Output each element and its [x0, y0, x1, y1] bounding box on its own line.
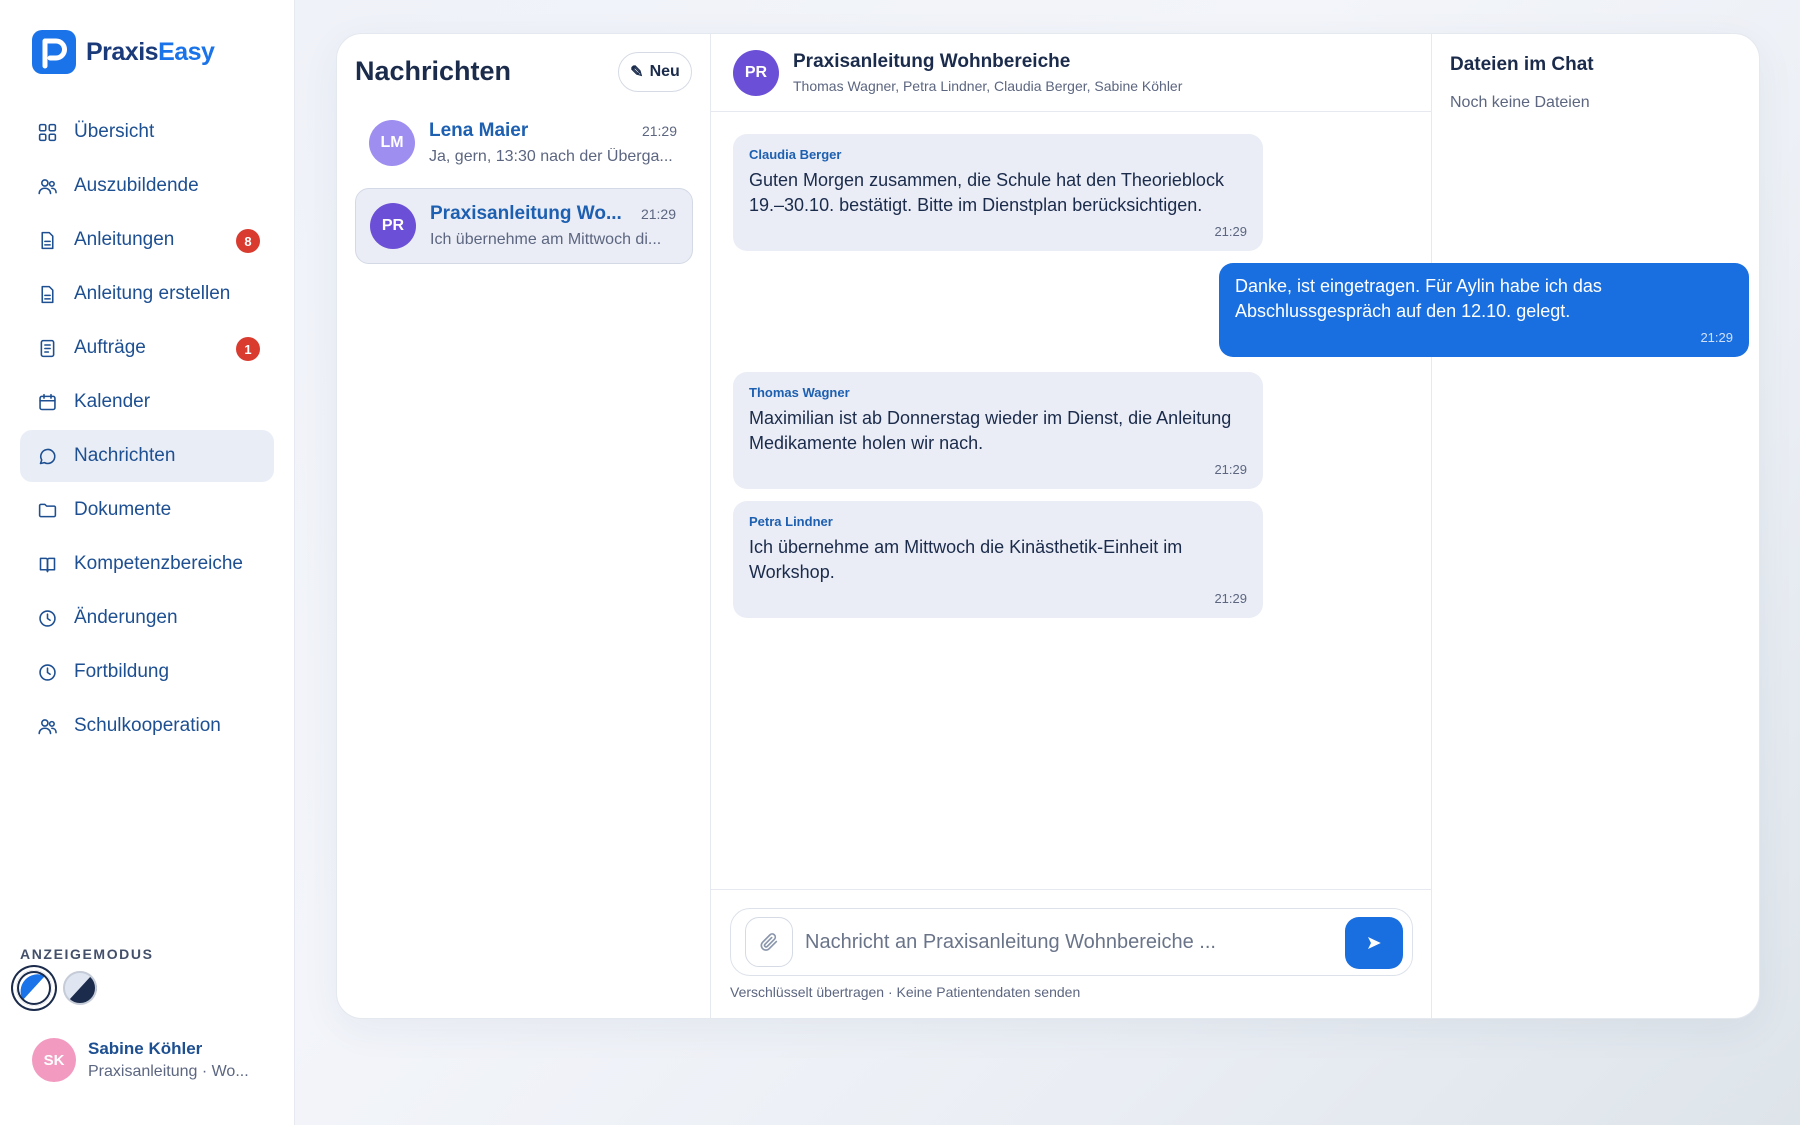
document-icon: [36, 229, 58, 251]
nav-item-label: Änderungen: [74, 607, 178, 628]
brand-name-part1: Praxis: [86, 37, 159, 66]
new-conversation-button[interactable]: ✎ Neu: [618, 52, 692, 92]
message-bubble: Thomas Wagner Maximilian ist ab Donnerst…: [733, 372, 1263, 489]
message-sender: Thomas Wagner: [749, 385, 850, 400]
grid-icon: [36, 121, 58, 143]
page-title: Nachrichten: [355, 56, 512, 86]
conversation-name: Praxisanleitung Wo...: [430, 203, 622, 224]
users-icon: [36, 175, 58, 197]
nav-item-anleitungen[interactable]: Anleitungen 8: [20, 214, 274, 266]
message-time: 21:29: [1214, 591, 1247, 606]
conversation-preview: Ja, gern, 13:30 nach der Überga...: [429, 148, 673, 165]
folder-icon: [36, 499, 58, 521]
security-note: Verschlüsselt übertragen · Keine Patient…: [730, 984, 1081, 1000]
nav-item-kompetenzbereiche[interactable]: Kompetenzbereiche: [20, 538, 274, 590]
user-role: Praxisanleitung · Wo...: [88, 1063, 249, 1080]
display-mode-label: ANZEIGEMODUS: [20, 946, 154, 962]
nav-item-label: Kompetenzbereiche: [74, 553, 243, 574]
files-empty-state: Noch keine Dateien: [1450, 94, 1590, 111]
new-button-label: Neu: [649, 63, 680, 80]
clock-icon: [36, 607, 58, 629]
paperclip-icon: [760, 933, 778, 951]
message-text: Maximilian ist ab Donnerstag wieder im D…: [749, 408, 1232, 453]
send-button[interactable]: [1345, 917, 1403, 969]
nav-item-aenderungen[interactable]: Änderungen: [20, 592, 274, 644]
chat-files-panel: Dateien im Chat Noch keine Dateien: [1432, 34, 1759, 1018]
messages-card: Nachrichten ✎ Neu LM Lena Maier 21:29 Ja…: [336, 33, 1760, 1019]
clock-icon: [36, 661, 58, 683]
dark-mode-button[interactable]: [62, 970, 98, 1006]
display-mode-switch: [16, 970, 98, 1006]
avatar: LM: [369, 120, 415, 166]
avatar: PR: [370, 203, 416, 249]
chat-panel: PR Praxisanleitung Wohnbereiche Thomas W…: [711, 34, 1749, 1018]
attach-button[interactable]: [745, 917, 793, 967]
nav-item-uebersicht[interactable]: Übersicht: [20, 106, 274, 158]
nav-item-label: Übersicht: [74, 121, 155, 142]
nav-item-schulkooperation[interactable]: Schulkooperation: [20, 700, 274, 752]
chat-title: Praxisanleitung Wohnbereiche: [793, 51, 1071, 72]
nav-item-auftraege[interactable]: Aufträge 1: [20, 322, 274, 374]
brand-logo[interactable]: PraxisEasy: [32, 30, 215, 74]
light-mode-button[interactable]: [16, 970, 52, 1006]
calendar-icon: [36, 391, 58, 413]
nav-item-label: Anleitung erstellen: [74, 283, 231, 304]
nav-item-label: Dokumente: [74, 499, 172, 520]
notification-badge: 1: [236, 337, 260, 361]
half-contrast-icon: [63, 971, 97, 1005]
nav-item-label: Nachrichten: [74, 445, 176, 466]
message-bubble: Petra Lindner Ich übernehme am Mittwoch …: [733, 501, 1263, 618]
nav-item-dokumente[interactable]: Dokumente: [20, 484, 274, 536]
conversation-name: Lena Maier: [429, 120, 529, 141]
message-sender: Petra Lindner: [749, 514, 833, 529]
nav-item-label: Kalender: [74, 391, 151, 412]
nav-item-anleitung-erstellen[interactable]: Anleitung erstellen: [20, 268, 274, 320]
nav-item-label: Auszubildende: [74, 175, 199, 196]
nav-item-label: Anleitungen: [74, 229, 175, 250]
users-icon: [36, 715, 58, 737]
avatar: PR: [733, 50, 779, 96]
send-arrow-icon: [1368, 937, 1381, 949]
half-contrast-icon: [17, 971, 51, 1005]
nav-item-kalender[interactable]: Kalender: [20, 376, 274, 428]
message-text: Ich übernehme am Mittwoch die Kinästheti…: [749, 537, 1183, 582]
notification-badge: 8: [236, 229, 260, 253]
user-name: Sabine Köhler: [88, 1039, 203, 1058]
conversation-item[interactable]: LM Lena Maier 21:29 Ja, gern, 13:30 nach…: [355, 105, 693, 181]
chat-members: Thomas Wagner, Petra Lindner, Claudia Be…: [793, 78, 1183, 94]
nav-item-auszubildende[interactable]: Auszubildende: [20, 160, 274, 212]
nav-item-label: Aufträge: [74, 337, 146, 358]
message-time: 21:29: [1214, 462, 1247, 477]
conversation-item-selected[interactable]: PR Praxisanleitung Wo... 21:29 Ich übern…: [355, 188, 693, 264]
current-user[interactable]: SK Sabine Köhler Praxisanleitung · Wo...: [32, 1038, 249, 1082]
message-time: 21:29: [1214, 224, 1247, 239]
conversation-preview: Ich übernehme am Mittwoch di...: [430, 231, 662, 248]
composer-divider: [711, 889, 1431, 890]
message-text: Guten Morgen zusammen, die Schule hat de…: [749, 170, 1224, 215]
list-document-icon: [36, 337, 58, 359]
brand-name-part2: Easy: [158, 37, 215, 66]
conversation-time: 21:29: [640, 206, 676, 222]
message-input[interactable]: [805, 919, 1315, 965]
nav-item-nachrichten[interactable]: Nachrichten: [20, 430, 274, 482]
brand-name: PraxisEasy: [86, 37, 215, 67]
document-icon: [36, 283, 58, 305]
nav-item-fortbildung[interactable]: Fortbildung: [20, 646, 274, 698]
pencil-icon: ✎: [630, 64, 644, 81]
logo-p-icon: [32, 30, 76, 74]
avatar: SK: [32, 1038, 76, 1082]
files-title: Dateien im Chat: [1450, 54, 1594, 75]
message-composer: [730, 908, 1413, 976]
chat-header: PR Praxisanleitung Wohnbereiche Thomas W…: [711, 34, 1431, 112]
nav-item-label: Fortbildung: [74, 661, 170, 682]
nav-item-label: Schulkooperation: [74, 715, 221, 736]
book-icon: [36, 553, 58, 575]
message-sender: Claudia Berger: [749, 147, 842, 162]
conversation-time: 21:29: [641, 123, 677, 139]
message-bubble: Claudia Berger Guten Morgen zusammen, di…: [733, 134, 1263, 251]
chat-bubble-icon: [36, 445, 58, 467]
conversation-list: Nachrichten ✎ Neu LM Lena Maier 21:29 Ja…: [337, 34, 711, 1018]
sidebar: PraxisEasy Übersicht Auszubildende Anlei…: [0, 0, 295, 1125]
main-nav: Übersicht Auszubildende Anleitungen 8 An…: [20, 106, 274, 754]
